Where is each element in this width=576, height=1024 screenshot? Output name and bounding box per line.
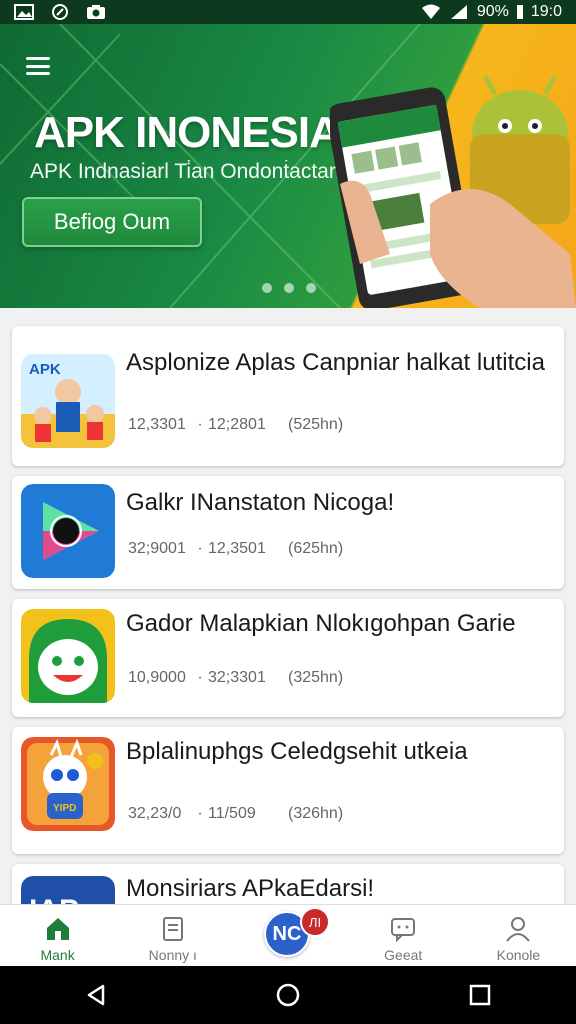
nav-item-documents[interactable]: Nonny ı	[115, 905, 230, 966]
apk-kids-icon: APK	[21, 354, 115, 448]
app-meta: 32;9001 · 12,3501 (625hn)	[128, 540, 343, 558]
nav-item-chat[interactable]: Geeat	[346, 905, 461, 966]
carousel-dot[interactable]	[284, 283, 294, 293]
app-rating-count: 12;2801	[208, 416, 266, 433]
meta-separator: ·	[197, 416, 203, 433]
app-meta: 10,9000 · 32;3301 (325hn)	[128, 669, 343, 687]
battery-level: 90%	[476, 3, 509, 20]
svg-text:YIPD: YIPD	[53, 803, 76, 814]
carousel-dots[interactable]	[262, 283, 316, 293]
hero-banner[interactable]: APK INONESIA APK Indnasiarl Ti̇an Ondonṫ…	[0, 24, 576, 308]
nav-label: Mank	[40, 947, 75, 963]
app-downloads: 32;9001	[128, 540, 186, 557]
meta-separator: ·	[197, 669, 203, 686]
app-meta: 12,3301 · 12;2801 (525hn)	[128, 416, 343, 434]
app-title: Gador Malapkian Nlokıgohpan Garie	[126, 610, 516, 637]
hamburger-line	[26, 72, 50, 75]
shield-icon	[52, 4, 68, 20]
app-card[interactable]: Galkr INanstaton Nicoga! 32;9001 · 12,35…	[12, 476, 564, 589]
app-rating-count: 12,3501	[208, 540, 266, 557]
app-list[interactable]: APK Asplonize Aplas Canpniar halkat luti…	[0, 308, 576, 904]
camera-icon	[87, 5, 105, 19]
play-triangle-icon	[21, 484, 115, 578]
app-rating-count: 32;3301	[208, 669, 266, 686]
green-face-icon	[21, 609, 115, 703]
app-card[interactable]: Gador Malapkian Nlokıgohpan Garie 10,900…	[12, 599, 564, 717]
clock: 19:0	[530, 3, 562, 20]
battery-icon	[516, 5, 523, 19]
app-rating-count: 11/509	[208, 805, 256, 822]
status-bar: 90% 19:0	[0, 0, 576, 24]
recents-icon	[469, 984, 491, 1006]
nav-item-home[interactable]: Mank	[0, 905, 115, 966]
app-card[interactable]: YIPD Bplalinuphgs Celedgsehit utkeia 32,…	[12, 727, 564, 854]
nav-item-profile[interactable]: Konole	[461, 905, 576, 966]
image-icon	[14, 4, 34, 20]
app-title: Galkr INanstaton Nicoga!	[126, 489, 395, 516]
hero-cta-button[interactable]: Befiog Oum	[22, 197, 202, 247]
chat-icon	[391, 918, 416, 943]
nav-label: Geeat	[384, 947, 423, 963]
nav-label: Nonny ı	[148, 947, 197, 963]
nav-item-nc[interactable]: NC ЛІ	[230, 905, 345, 966]
app-downloads: 12,3301	[128, 416, 186, 433]
app-size: (525hn)	[288, 416, 344, 433]
phone-in-hand-illustration	[330, 74, 576, 308]
wifi-icon	[421, 4, 440, 19]
app-title: Bplalinuphgs Celedgsehit utkeia	[126, 738, 468, 765]
status-left	[14, 4, 106, 20]
home-button[interactable]	[258, 975, 318, 1015]
back-button[interactable]	[66, 975, 126, 1015]
meta-separator: ·	[197, 805, 203, 822]
home-circle-icon	[276, 983, 300, 1007]
hero-subtitle: APK Indnasiarl Ti̇an Ondonṫactaria	[30, 160, 353, 183]
app-downloads: 32,23/0	[128, 805, 182, 822]
app-card[interactable]: IAP Monsiriars APkaEdarsi!	[12, 864, 564, 904]
notification-badge: ЛІ	[300, 907, 330, 937]
svg-text:IAP: IAP	[29, 894, 79, 904]
app-size: (326hn)	[288, 805, 344, 822]
system-navigation-bar	[0, 966, 576, 1024]
app-title: Monsiriars APkaEdarsi!	[126, 875, 375, 902]
meta-separator: ·	[197, 540, 203, 557]
document-icon	[162, 917, 183, 941]
back-icon	[87, 984, 105, 1006]
screen: 90% 19:0 APK INONESIA APK Indnasiarl Ti̇…	[0, 0, 576, 1024]
profile-icon	[506, 917, 531, 942]
carousel-dot[interactable]	[306, 283, 316, 293]
home-icon	[46, 918, 69, 940]
app-size: (625hn)	[288, 540, 344, 557]
hamburger-line	[26, 64, 50, 68]
nav-label: Konole	[496, 947, 541, 963]
app-card[interactable]: APK Asplonize Aplas Canpniar halkat luti…	[12, 326, 564, 466]
svg-text:APK: APK	[29, 361, 61, 378]
hero-title: APK INONESIA	[34, 108, 341, 157]
app-size: (325hn)	[288, 669, 344, 686]
signal-icon	[450, 5, 467, 19]
mascot-icon: YIPD	[21, 737, 115, 831]
menu-button[interactable]	[24, 54, 52, 78]
recents-button[interactable]	[450, 975, 510, 1015]
app-downloads: 10,9000	[128, 669, 186, 686]
hamburger-line	[26, 57, 50, 60]
app-meta: 32,23/0 · 11/509 (326hn)	[128, 805, 343, 823]
app-title: Asplonize Aplas Canpniar halkat lutitcia	[126, 349, 545, 376]
iap-logo-icon: IAP	[21, 876, 115, 904]
status-right: 90% 19:0	[421, 3, 562, 21]
carousel-dot[interactable]	[262, 283, 272, 293]
bottom-navigation: Mank Nonny ı NC ЛІ Geeat Konole	[0, 904, 576, 966]
